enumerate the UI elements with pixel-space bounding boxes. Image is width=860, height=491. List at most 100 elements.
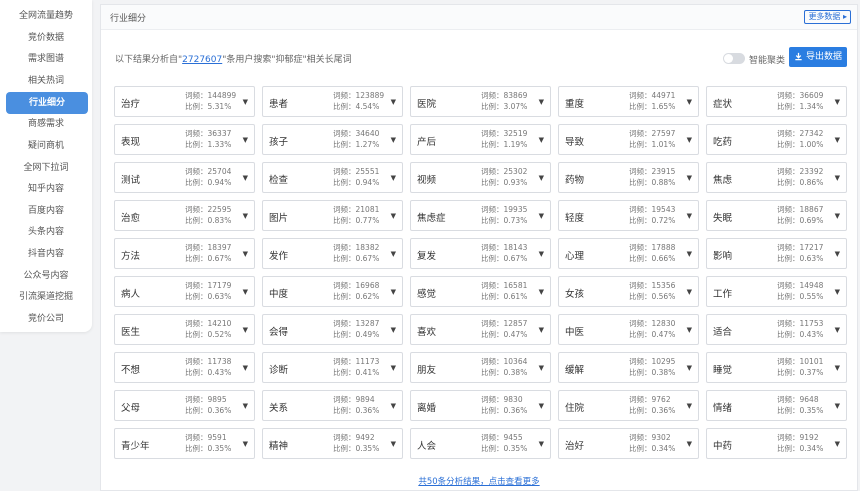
- sidebar-item[interactable]: 百度内容: [0, 201, 92, 223]
- keyword-card[interactable]: 导致 词频：27597 比例：1.01% ▼: [558, 124, 699, 155]
- keyword-card[interactable]: 治疗 词频：144899 比例：5.31% ▼: [114, 86, 255, 117]
- caret-down-icon[interactable]: ▼: [243, 98, 248, 106]
- caret-down-icon[interactable]: ▼: [391, 250, 396, 258]
- caret-down-icon[interactable]: ▼: [835, 326, 840, 334]
- caret-down-icon[interactable]: ▼: [243, 402, 248, 410]
- caret-down-icon[interactable]: ▼: [243, 326, 248, 334]
- caret-down-icon[interactable]: ▼: [687, 326, 692, 334]
- caret-down-icon[interactable]: ▼: [835, 440, 840, 448]
- sidebar-item[interactable]: 知乎内容: [0, 179, 92, 201]
- caret-down-icon[interactable]: ▼: [539, 440, 544, 448]
- caret-down-icon[interactable]: ▼: [687, 440, 692, 448]
- keyword-card[interactable]: 人会 词频：9455 比例：0.35% ▼: [410, 428, 551, 459]
- keyword-card[interactable]: 会得 词频：13287 比例：0.49% ▼: [262, 314, 403, 345]
- keyword-card[interactable]: 孩子 词频：34640 比例：1.27% ▼: [262, 124, 403, 155]
- more-data-button[interactable]: 更多数据 ▸: [804, 10, 851, 24]
- caret-down-icon[interactable]: ▼: [835, 250, 840, 258]
- caret-down-icon[interactable]: ▼: [391, 326, 396, 334]
- caret-down-icon[interactable]: ▼: [243, 364, 248, 372]
- keyword-card[interactable]: 中度 词频：16968 比例：0.62% ▼: [262, 276, 403, 307]
- keyword-card[interactable]: 视频 词频：25302 比例：0.93% ▼: [410, 162, 551, 193]
- keyword-card[interactable]: 复发 词频：18143 比例：0.67% ▼: [410, 238, 551, 269]
- keyword-card[interactable]: 医院 词频：83869 比例：3.07% ▼: [410, 86, 551, 117]
- caret-down-icon[interactable]: ▼: [243, 174, 248, 182]
- caret-down-icon[interactable]: ▼: [391, 174, 396, 182]
- keyword-card[interactable]: 精神 词频：9492 比例：0.35% ▼: [262, 428, 403, 459]
- keyword-card[interactable]: 中药 词频：9192 比例：0.34% ▼: [706, 428, 847, 459]
- keyword-card[interactable]: 青少年 词频：9591 比例：0.35% ▼: [114, 428, 255, 459]
- keyword-card[interactable]: 患者 词频：123889 比例：4.54% ▼: [262, 86, 403, 117]
- export-data-button[interactable]: 导出数据: [789, 47, 847, 67]
- smart-cluster-toggle[interactable]: [723, 53, 745, 64]
- caret-down-icon[interactable]: ▼: [391, 212, 396, 220]
- caret-down-icon[interactable]: ▼: [687, 98, 692, 106]
- keyword-card[interactable]: 女孩 词频：15356 比例：0.56% ▼: [558, 276, 699, 307]
- sidebar-item[interactable]: 需求图谱: [0, 49, 92, 71]
- keyword-card[interactable]: 发作 词频：18382 比例：0.67% ▼: [262, 238, 403, 269]
- caret-down-icon[interactable]: ▼: [391, 440, 396, 448]
- caret-down-icon[interactable]: ▼: [539, 98, 544, 106]
- caret-down-icon[interactable]: ▼: [391, 288, 396, 296]
- keyword-card[interactable]: 中医 词频：12830 比例：0.47% ▼: [558, 314, 699, 345]
- keyword-card[interactable]: 治愈 词频：22595 比例：0.83% ▼: [114, 200, 255, 231]
- sidebar-item[interactable]: 头条内容: [0, 222, 92, 244]
- keyword-card[interactable]: 工作 词频：14948 比例：0.55% ▼: [706, 276, 847, 307]
- caret-down-icon[interactable]: ▼: [391, 364, 396, 372]
- keyword-card[interactable]: 测试 词频：25704 比例：0.94% ▼: [114, 162, 255, 193]
- keyword-card[interactable]: 睡觉 词频：10101 比例：0.37% ▼: [706, 352, 847, 383]
- caret-down-icon[interactable]: ▼: [539, 174, 544, 182]
- keyword-card[interactable]: 缓解 词频：10295 比例：0.38% ▼: [558, 352, 699, 383]
- caret-down-icon[interactable]: ▼: [539, 136, 544, 144]
- keyword-card[interactable]: 病人 词频：17179 比例：0.63% ▼: [114, 276, 255, 307]
- keyword-card[interactable]: 关系 词频：9894 比例：0.36% ▼: [262, 390, 403, 421]
- keyword-card[interactable]: 重度 词频：44971 比例：1.65% ▼: [558, 86, 699, 117]
- caret-down-icon[interactable]: ▼: [835, 212, 840, 220]
- keyword-card[interactable]: 医生 词频：14210 比例：0.52% ▼: [114, 314, 255, 345]
- sidebar-item[interactable]: 行业细分: [6, 92, 88, 115]
- keyword-card[interactable]: 不想 词频：11738 比例：0.43% ▼: [114, 352, 255, 383]
- keyword-card[interactable]: 适合 词频：11753 比例：0.43% ▼: [706, 314, 847, 345]
- sidebar-item[interactable]: 公众号内容: [0, 266, 92, 288]
- caret-down-icon[interactable]: ▼: [835, 136, 840, 144]
- caret-down-icon[interactable]: ▼: [243, 250, 248, 258]
- keyword-card[interactable]: 失眠 词频：18867 比例：0.69% ▼: [706, 200, 847, 231]
- sidebar-item[interactable]: 引流渠道挖掘: [0, 287, 92, 309]
- caret-down-icon[interactable]: ▼: [687, 136, 692, 144]
- sidebar-item[interactable]: 抖音内容: [0, 244, 92, 266]
- keyword-card[interactable]: 住院 词频：9762 比例：0.36% ▼: [558, 390, 699, 421]
- keyword-card[interactable]: 吃药 词频：27342 比例：1.00% ▼: [706, 124, 847, 155]
- caret-down-icon[interactable]: ▼: [687, 212, 692, 220]
- caret-down-icon[interactable]: ▼: [687, 174, 692, 182]
- caret-down-icon[interactable]: ▼: [243, 212, 248, 220]
- keyword-card[interactable]: 表现 词频：36337 比例：1.33% ▼: [114, 124, 255, 155]
- keyword-card[interactable]: 诊断 词频：11173 比例：0.41% ▼: [262, 352, 403, 383]
- keyword-card[interactable]: 轻度 词频：19543 比例：0.72% ▼: [558, 200, 699, 231]
- keyword-card[interactable]: 药物 词频：23915 比例：0.88% ▼: [558, 162, 699, 193]
- keyword-card[interactable]: 父母 词频：9895 比例：0.36% ▼: [114, 390, 255, 421]
- keyword-card[interactable]: 喜欢 词频：12857 比例：0.47% ▼: [410, 314, 551, 345]
- keyword-card[interactable]: 情绪 词频：9648 比例：0.35% ▼: [706, 390, 847, 421]
- caret-down-icon[interactable]: ▼: [835, 288, 840, 296]
- sidebar-item[interactable]: 竞价数据: [0, 28, 92, 50]
- keyword-card[interactable]: 焦虑 词频：23392 比例：0.86% ▼: [706, 162, 847, 193]
- sidebar-item[interactable]: 相关热词: [0, 71, 92, 93]
- keyword-card[interactable]: 感觉 词频：16581 比例：0.61% ▼: [410, 276, 551, 307]
- caret-down-icon[interactable]: ▼: [539, 402, 544, 410]
- sidebar-item[interactable]: 商感需求: [0, 114, 92, 136]
- keyword-card[interactable]: 产后 词频：32519 比例：1.19% ▼: [410, 124, 551, 155]
- keyword-card[interactable]: 朋友 词频：10364 比例：0.38% ▼: [410, 352, 551, 383]
- caret-down-icon[interactable]: ▼: [243, 136, 248, 144]
- caret-down-icon[interactable]: ▼: [539, 288, 544, 296]
- caret-down-icon[interactable]: ▼: [243, 440, 248, 448]
- caret-down-icon[interactable]: ▼: [539, 250, 544, 258]
- keyword-card[interactable]: 图片 词频：21081 比例：0.77% ▼: [262, 200, 403, 231]
- keyword-card[interactable]: 焦虑症 词频：19935 比例：0.73% ▼: [410, 200, 551, 231]
- sidebar-item[interactable]: 竞价公司: [0, 309, 92, 331]
- caret-down-icon[interactable]: ▼: [835, 174, 840, 182]
- keyword-card[interactable]: 离婚 词频：9830 比例：0.36% ▼: [410, 390, 551, 421]
- caret-down-icon[interactable]: ▼: [687, 288, 692, 296]
- keyword-card[interactable]: 心理 词频：17888 比例：0.66% ▼: [558, 238, 699, 269]
- sidebar-item[interactable]: 全网下拉词: [0, 158, 92, 180]
- caret-down-icon[interactable]: ▼: [835, 364, 840, 372]
- keyword-card[interactable]: 方法 词频：18397 比例：0.67% ▼: [114, 238, 255, 269]
